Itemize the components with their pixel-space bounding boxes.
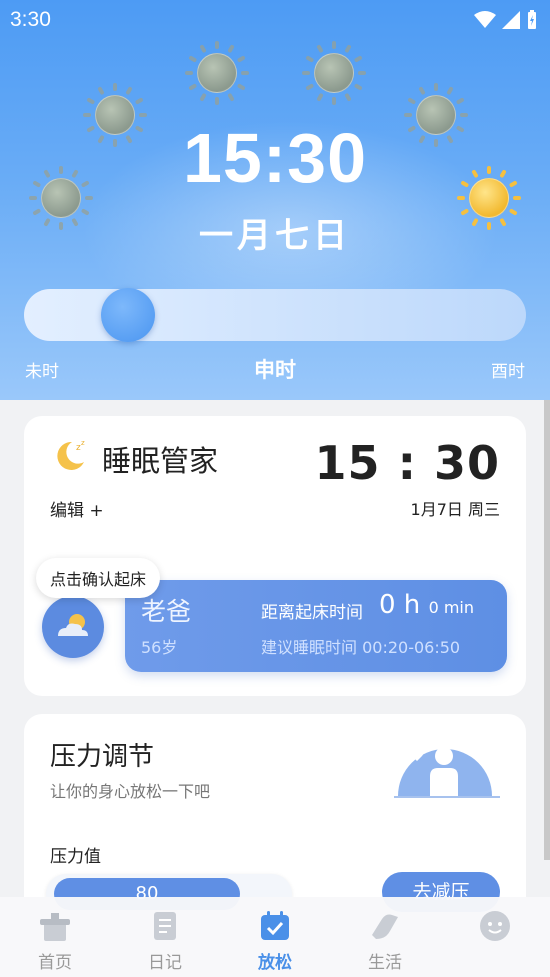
sun-ray: [344, 44, 352, 54]
nav-life-label: 生活: [368, 953, 402, 973]
sun-ray: [302, 71, 310, 75]
sun-ray: [241, 71, 249, 75]
nav-profile[interactable]: [440, 897, 550, 977]
sun-ray: [134, 97, 144, 105]
bottom-nav: 首页 日记 放松 生活: [0, 897, 550, 977]
sun-ray: [446, 86, 454, 96]
moon-icon: z z: [57, 439, 85, 470]
sun-ray: [113, 83, 117, 91]
sun-ray: [215, 97, 219, 105]
edit-button[interactable]: 编辑 +: [50, 496, 104, 521]
sun-ray: [83, 113, 91, 117]
sun-ray: [227, 92, 235, 102]
sun-ray: [407, 97, 417, 105]
sleep-manager-card: z z 睡眠管家 15 : 30 编辑 + 1月7日 周三 老爸 56岁 距离起…: [24, 416, 526, 696]
sun-ray: [199, 44, 207, 54]
weather-icon: [58, 614, 88, 636]
wake-hours: 0 h: [379, 590, 421, 620]
status-icons: [474, 10, 538, 30]
hour-sun-icon: [302, 41, 366, 105]
shoe-icon: [372, 914, 398, 939]
hour-slider-thumb[interactable]: [101, 288, 155, 342]
stress-title: 压力调节: [50, 742, 155, 772]
sun-ray: [215, 41, 219, 49]
sun-ray: [188, 83, 198, 91]
sun-ray: [305, 83, 315, 91]
wake-countdown-value: 0 h 0 min: [379, 590, 474, 620]
header-sky: 3:30 15:30 一月七日 未时 申时 酉时: [0, 0, 550, 400]
slider-center-label: 申时: [254, 358, 296, 382]
nav-home[interactable]: 首页: [0, 897, 110, 977]
sun-ray: [344, 92, 352, 102]
home-icon: [40, 913, 70, 941]
status-bar: 3:30: [0, 0, 550, 38]
face-icon: [480, 911, 510, 941]
sun-ray: [316, 44, 324, 54]
relax-person-icon: [394, 747, 500, 798]
nav-diary[interactable]: 日记: [110, 897, 220, 977]
nav-home-label: 首页: [38, 953, 72, 973]
confirm-wake-button[interactable]: [42, 596, 104, 658]
hour-sun-icon: [185, 41, 249, 105]
nav-diary-label: 日记: [148, 953, 182, 973]
sleep-title: 睡眠管家: [102, 444, 219, 478]
status-time: 3:30: [10, 8, 51, 31]
member-age: 56岁: [141, 638, 178, 657]
sun-ray: [316, 92, 324, 102]
sleep-date: 1月7日 周三: [410, 500, 500, 519]
sun-ray: [332, 41, 336, 49]
wake-minutes: 0 min: [428, 598, 474, 617]
sun-ray: [353, 55, 363, 63]
diary-icon: [154, 912, 176, 940]
sun-ray: [332, 97, 336, 105]
sun-ray: [139, 113, 147, 117]
sun-ray: [353, 83, 363, 91]
sun-ray: [460, 113, 468, 117]
member-name: 老爸: [141, 597, 192, 626]
sun-ray: [434, 83, 438, 91]
signal-icon: [502, 11, 520, 29]
wake-countdown-label: 距离起床时间: [261, 603, 363, 623]
stress-subtitle: 让你的身心放松一下吧: [50, 782, 211, 801]
relax-icon: [261, 911, 289, 940]
nav-relax-label: 放松: [258, 953, 292, 973]
header-date: 一月七日: [199, 216, 351, 256]
sleep-clock: 15 : 30: [314, 436, 500, 490]
svg-text:z: z: [81, 439, 85, 447]
sun-ray: [418, 86, 426, 96]
sun-ray: [236, 55, 246, 63]
wifi-icon: [474, 11, 496, 28]
member-sleep-card[interactable]: 老爸 56岁 距离起床时间 0 h 0 min 建议睡眠时间 00:20-06:…: [125, 580, 507, 672]
sun-ray: [227, 44, 235, 54]
slider-right-label: 酉时: [491, 362, 525, 382]
hour-slider-track[interactable]: [24, 289, 526, 341]
battery-icon: [528, 10, 536, 29]
sun-ray: [188, 55, 198, 63]
suggested-sleep-time: 建议睡眠时间 00:20-06:50: [261, 638, 461, 657]
confirm-wake-tooltip[interactable]: 点击确认起床: [36, 558, 161, 598]
sun-ray: [358, 71, 366, 75]
nav-life[interactable]: 生活: [330, 897, 440, 977]
scrollbar[interactable]: [544, 400, 550, 860]
sun-ray: [305, 55, 315, 63]
sun-ray: [455, 97, 465, 105]
stress-value-label: 压力值: [50, 847, 101, 867]
sun-ray: [185, 71, 193, 75]
sun-ray: [86, 97, 96, 105]
sun-ray: [199, 92, 207, 102]
nav-relax[interactable]: 放松: [220, 897, 330, 977]
header-time: 15:30: [182, 119, 368, 197]
sun-ray: [125, 86, 133, 96]
sun-ray: [97, 86, 105, 96]
sun-ray: [404, 113, 412, 117]
sun-ray: [236, 83, 246, 91]
